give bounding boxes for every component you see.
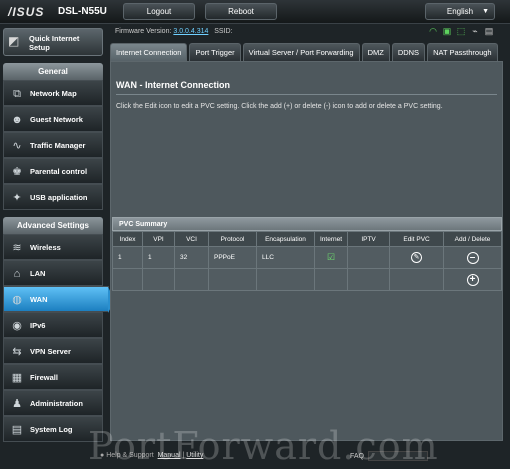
sidebar-item-wan[interactable]: ◍ WAN [3, 286, 115, 313]
sidebar-item-lan[interactable]: ⌂ LAN [3, 260, 103, 286]
footer-links: ● Help & Support Manual | Utility [100, 452, 204, 459]
col-index: Index [112, 231, 143, 247]
sidebar-item-ipv6[interactable]: ◉ IPv6 [3, 312, 103, 338]
help-support-label: Help & Support [106, 452, 154, 459]
tab-ddns[interactable]: DDNS [391, 43, 426, 61]
administration-icon: ♟ [12, 398, 22, 410]
manual-link[interactable]: Manual [158, 452, 181, 459]
ssid-label: SSID: [214, 28, 233, 35]
cell-vci: 32 [174, 246, 209, 269]
sidebar-item-network-map[interactable]: ⧉ Network Map [3, 80, 103, 106]
tab-port-trigger[interactable]: Port Trigger [189, 43, 241, 61]
model-name: DSL-N55U [58, 6, 107, 17]
tab-virtual-server[interactable]: Virtual Server / Port Forwarding [242, 43, 360, 61]
vpn-server-icon: ⇆ [12, 346, 22, 358]
wifi-status-icon[interactable]: ◠ [428, 26, 438, 36]
setup-icon: ◩ [8, 34, 20, 48]
tab-internet-connection[interactable]: Internet Connection [110, 43, 188, 61]
content-panel: WAN - Internet Connection Click the Edit… [110, 61, 503, 441]
language-select[interactable]: English ▼ [425, 3, 495, 20]
sidebar-item-administration[interactable]: ♟ Administration [3, 390, 103, 416]
sidebar-item-system-log[interactable]: ▤ System Log [3, 416, 103, 442]
top-bar: /ISUS DSL-N55U Logout Reboot English ▼ [0, 0, 510, 24]
sidebar-item-traffic-manager[interactable]: ∿ Traffic Manager [3, 132, 103, 158]
cell-add: + [443, 268, 502, 291]
tab-bar: Internet Connection Port Trigger Virtual… [110, 43, 498, 61]
cell-iptv [347, 246, 391, 269]
wired-status-icon[interactable]: ▣ [442, 26, 452, 36]
page-description: Click the Edit icon to edit a PVC settin… [116, 103, 443, 110]
col-add-delete: Add / Delete [443, 231, 502, 247]
sidebar-item-vpn-server[interactable]: ⇆ VPN Server [3, 338, 103, 364]
internet-status-icon[interactable]: ⬚ [456, 26, 466, 36]
checked-icon: ☑ [326, 252, 336, 262]
help-icon: ● [100, 452, 105, 459]
col-vpi: VPI [142, 231, 175, 247]
col-internet: Internet [313, 231, 349, 247]
quick-internet-setup-button[interactable]: ◩ Quick Internet Setup [3, 28, 103, 56]
sidebar-item-parental-control[interactable]: ♚ Parental control [3, 158, 103, 184]
wireless-icon: ≋ [12, 242, 22, 254]
table-row-add: + [112, 268, 502, 291]
lan-icon: ⌂ [13, 268, 21, 280]
cell-vpi: 1 [142, 246, 175, 269]
wan-icon: ◍ [12, 294, 22, 306]
table-header-row: Index VPI VCI Protocol Encapsulation Int… [112, 231, 502, 247]
col-edit-pvc: Edit PVC [389, 231, 445, 247]
cell-internet: ☑ [313, 246, 349, 269]
chevron-down-icon: ▼ [482, 8, 489, 15]
ipv6-icon: ◉ [12, 320, 22, 332]
parental-control-icon: ♚ [12, 166, 22, 178]
edit-icon[interactable]: ✎ [411, 252, 423, 263]
pvc-summary-table: PVC Summary Index VPI VCI Protocol Encap… [112, 217, 502, 291]
tab-dmz[interactable]: DMZ [361, 43, 390, 61]
col-protocol: Protocol [208, 231, 257, 247]
traffic-manager-icon: ∿ [12, 140, 22, 152]
divider [116, 94, 497, 95]
add-icon[interactable]: + [466, 273, 479, 286]
table-row: 1 1 32 PPPoE LLC ☑ ✎ – [112, 246, 502, 269]
col-encapsulation: Encapsulation [256, 231, 315, 247]
printer-status-icon[interactable]: ▤ [484, 26, 494, 36]
sidebar-item-wireless[interactable]: ≋ Wireless [3, 234, 103, 260]
cell-encapsulation: LLC [256, 246, 315, 269]
guest-network-icon: ☻ [11, 114, 23, 126]
firmware-line: Firmware Version: 3.0.0.4.314 SSID: [115, 28, 233, 35]
firmware-label: Firmware Version: [115, 28, 172, 35]
pvc-summary-title: PVC Summary [112, 217, 502, 231]
faq-label: FAQ [350, 453, 365, 460]
cell-index: 1 [112, 246, 143, 269]
cell-edit: ✎ [389, 246, 445, 269]
firewall-icon: ▦ [11, 372, 23, 384]
cell-delete: – [443, 246, 502, 269]
usb-status-icon[interactable]: ⌁ [470, 26, 480, 36]
quick-setup-label-2: Setup [29, 43, 50, 52]
reboot-button[interactable]: Reboot [205, 3, 277, 20]
col-vci: VCI [174, 231, 209, 247]
faq-search-input[interactable] [368, 451, 428, 461]
usb-application-icon: ✦ [12, 192, 22, 204]
status-icons: ◠ ▣ ⬚ ⌁ ▤ [428, 26, 494, 36]
advanced-settings-header: Advanced Settings [3, 217, 103, 234]
sidebar-item-firewall[interactable]: ▦ Firewall [3, 364, 103, 390]
cell-protocol: PPPoE [208, 246, 257, 269]
sidebar-item-usb-application[interactable]: ✦ USB application [3, 184, 103, 210]
col-iptv: IPTV [347, 231, 391, 247]
tab-nat-passthrough[interactable]: NAT Passthrough [427, 43, 498, 61]
delete-icon[interactable]: – [466, 251, 479, 264]
network-map-icon: ⧉ [13, 88, 21, 100]
general-header: General [3, 63, 103, 80]
logout-button[interactable]: Logout [123, 3, 195, 20]
language-value: English [446, 7, 474, 16]
utility-link[interactable]: Utility [186, 452, 203, 459]
page-title: WAN - Internet Connection [116, 80, 230, 90]
quick-setup-label-1: Quick Internet [29, 34, 80, 43]
system-log-icon: ▤ [11, 424, 23, 436]
sidebar-item-guest-network[interactable]: ☻ Guest Network [3, 106, 103, 132]
firmware-version-link[interactable]: 3.0.0.4.314 [173, 28, 208, 35]
asus-logo: /ISUS [8, 5, 45, 19]
